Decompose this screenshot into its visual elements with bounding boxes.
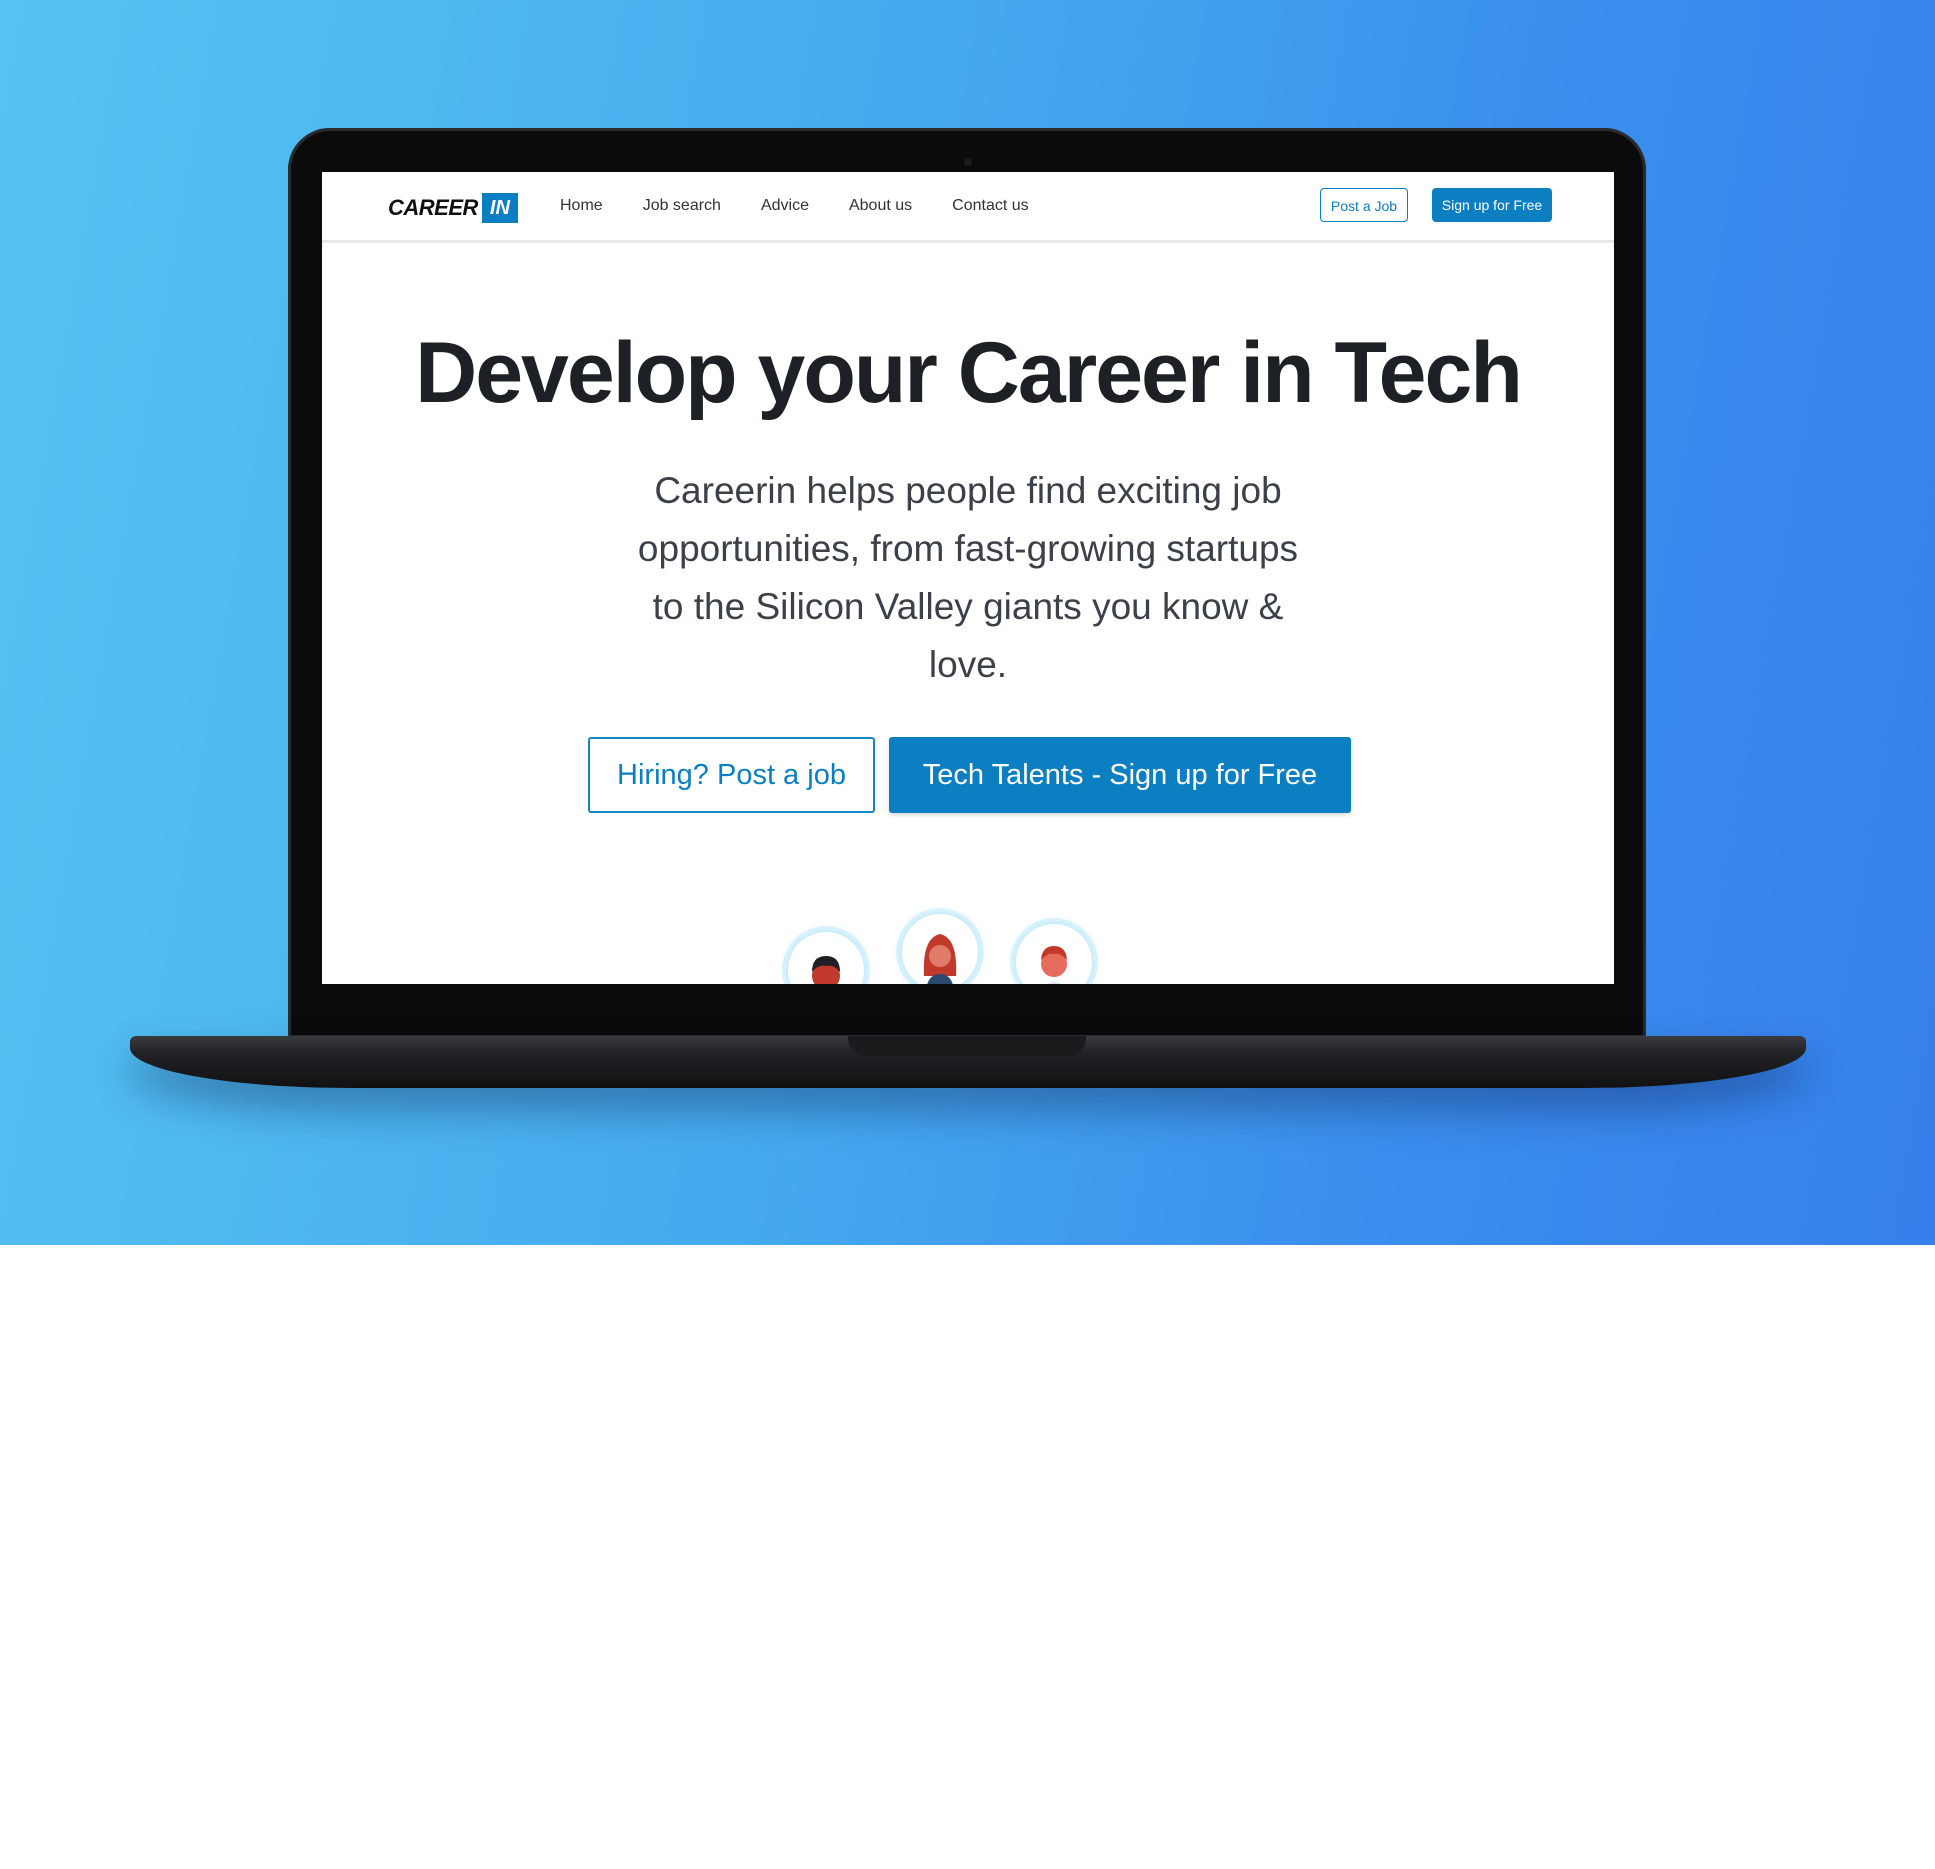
- signup-button[interactable]: Sign up for Free: [1432, 188, 1552, 222]
- logo[interactable]: CAREER IN: [388, 193, 518, 223]
- hero-title: Develop your Career in Tech: [415, 325, 1523, 421]
- man-dark-hair-avatar: [788, 932, 864, 984]
- camera-icon: [964, 158, 972, 166]
- talent-signup-button[interactable]: Tech Talents - Sign up for Free: [889, 737, 1351, 813]
- nav-link-home[interactable]: Home: [560, 197, 603, 215]
- logo-text: CAREER: [388, 195, 478, 220]
- nav-link-job-search[interactable]: Job search: [643, 197, 721, 215]
- hero-subtitle: Careerin helps people find exciting job …: [637, 470, 1299, 685]
- post-job-button[interactable]: Post a Job: [1320, 188, 1408, 222]
- hiring-post-job-button[interactable]: Hiring? Post a job: [588, 737, 875, 813]
- man-red-hair-avatar: [1016, 924, 1092, 984]
- woman-red-hair-avatar: [902, 914, 978, 984]
- nav-links: Home Job search Advice About us Contact …: [560, 172, 1069, 240]
- nav-link-advice[interactable]: Advice: [761, 197, 809, 215]
- laptop-notch: [848, 1036, 1086, 1056]
- laptop-screen: CAREER IN Home Job search Advice About u…: [322, 172, 1614, 984]
- logo-badge: IN: [481, 193, 518, 223]
- nav-link-about-us[interactable]: About us: [849, 197, 912, 215]
- navbar: CAREER IN Home Job search Advice About u…: [322, 172, 1614, 243]
- nav-link-contact-us[interactable]: Contact us: [952, 197, 1028, 215]
